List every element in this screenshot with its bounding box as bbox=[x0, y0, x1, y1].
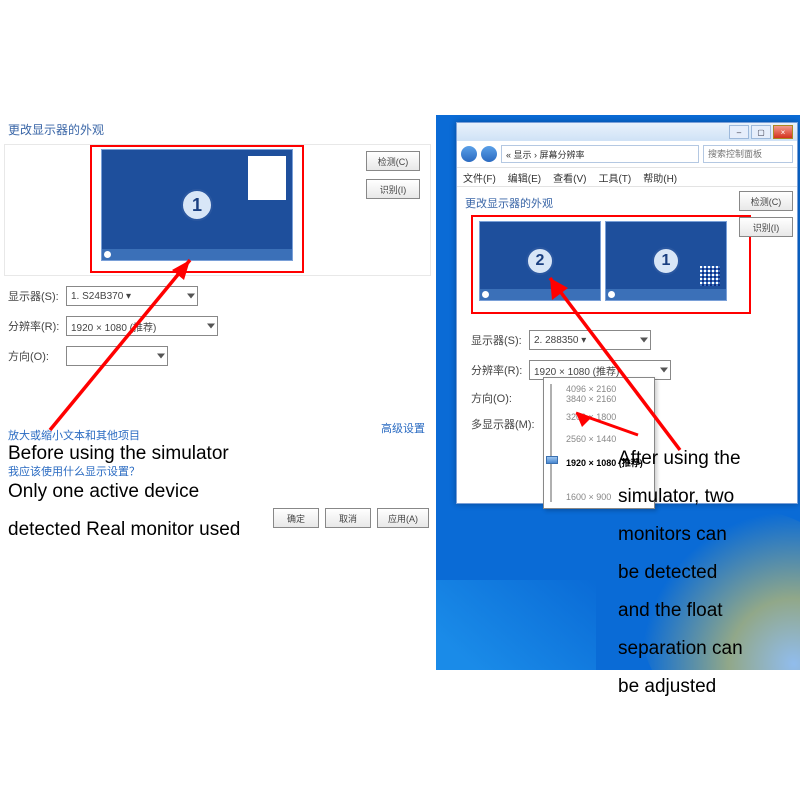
breadcrumb[interactable]: « 显示 › 屏幕分辨率 bbox=[501, 145, 699, 163]
resolution-label: 分辨率(R): bbox=[471, 362, 529, 378]
menu-tools[interactable]: 工具(T) bbox=[598, 170, 631, 185]
titlebar: – ▢ × bbox=[457, 123, 797, 141]
monitor-2[interactable]: 2 bbox=[479, 221, 601, 301]
display-field: 显示器(S): 2. 288350 ▾ bbox=[471, 330, 791, 350]
resolution-dropdown[interactable]: 1920 × 1080 (推荐) bbox=[66, 316, 218, 336]
resolution-label: 分辨率(R): bbox=[8, 318, 66, 334]
slider-thumb[interactable] bbox=[546, 456, 558, 464]
resolution-field: 分辨率(R): 1920 × 1080 (推荐) bbox=[8, 316, 435, 336]
grid-icon bbox=[700, 266, 720, 286]
monitor-number: 1 bbox=[652, 247, 680, 275]
window-icon bbox=[248, 156, 286, 200]
after-caption: After using the simulator, two monitors … bbox=[618, 440, 788, 706]
cancel-button[interactable]: 取消 bbox=[325, 508, 371, 528]
panel-title: 更改显示器的外观 bbox=[8, 121, 435, 138]
menu-edit[interactable]: 编辑(E) bbox=[508, 170, 541, 185]
monitor-preview-area: 2 1 bbox=[471, 215, 751, 314]
monitor-preview-area: 1 检测(C) 识别(I) bbox=[4, 144, 431, 276]
display-label: 显示器(S): bbox=[471, 332, 529, 348]
taskbar-icon bbox=[480, 289, 600, 300]
display-dropdown[interactable]: 1. S24B370 ▾ bbox=[66, 286, 198, 306]
highlight-box: 1 bbox=[90, 145, 304, 273]
slider-track bbox=[550, 384, 552, 502]
orientation-label: 方向(O): bbox=[8, 348, 66, 364]
search-input[interactable] bbox=[703, 145, 793, 163]
res-option[interactable]: 4096 × 2160 bbox=[566, 384, 616, 394]
chevron-down-icon bbox=[660, 368, 668, 373]
orientation-dropdown[interactable] bbox=[66, 346, 168, 366]
taskbar-icon bbox=[102, 249, 292, 260]
menu-help[interactable]: 帮助(H) bbox=[643, 170, 677, 185]
chevron-down-icon bbox=[640, 338, 648, 343]
detect-button[interactable]: 检测(C) bbox=[739, 191, 793, 211]
maximize-button[interactable]: ▢ bbox=[751, 125, 771, 139]
menu-view[interactable]: 查看(V) bbox=[553, 170, 586, 185]
apply-button[interactable]: 应用(A) bbox=[377, 508, 429, 528]
minimize-button[interactable]: – bbox=[729, 125, 749, 139]
menu-bar: 文件(F) 编辑(E) 查看(V) 工具(T) 帮助(H) bbox=[457, 168, 797, 187]
identify-button[interactable]: 识别(I) bbox=[739, 217, 793, 237]
before-panel: 更改显示器的外观 1 检测(C) 识别(I) 显示器(S): 1. S24B37… bbox=[0, 115, 435, 670]
taskbar-icon bbox=[606, 289, 726, 300]
detect-button[interactable]: 检测(C) bbox=[366, 151, 420, 171]
orientation-label: 方向(O): bbox=[471, 390, 529, 406]
advanced-settings-link[interactable]: 高级设置 bbox=[381, 420, 425, 436]
display-dropdown[interactable]: 2. 288350 ▾ bbox=[529, 330, 651, 350]
monitor-1[interactable]: 1 bbox=[605, 221, 727, 301]
res-option[interactable]: 3200 × 1800 bbox=[566, 412, 616, 422]
monitor-number: 1 bbox=[181, 189, 213, 221]
chevron-down-icon bbox=[187, 294, 195, 299]
res-option[interactable]: 1600 × 900 bbox=[566, 492, 611, 502]
close-button[interactable]: × bbox=[773, 125, 793, 139]
monitor-number: 2 bbox=[526, 247, 554, 275]
before-caption: Before using the simulator Only one acti… bbox=[8, 435, 240, 549]
multi-display-label: 多显示器(M): bbox=[471, 416, 543, 432]
res-option[interactable]: 3840 × 2160 bbox=[566, 394, 616, 404]
res-option[interactable]: 2560 × 1440 bbox=[566, 434, 616, 444]
display-field: 显示器(S): 1. S24B370 ▾ bbox=[8, 286, 435, 306]
back-button[interactable] bbox=[461, 146, 477, 162]
ok-button[interactable]: 确定 bbox=[273, 508, 319, 528]
chevron-down-icon bbox=[157, 354, 165, 359]
menu-file[interactable]: 文件(F) bbox=[463, 170, 496, 185]
identify-button[interactable]: 识别(I) bbox=[366, 179, 420, 199]
orientation-field: 方向(O): bbox=[8, 346, 435, 366]
forward-button[interactable] bbox=[481, 146, 497, 162]
address-bar: « 显示 › 屏幕分辨率 bbox=[457, 141, 797, 168]
display-label: 显示器(S): bbox=[8, 288, 66, 304]
chevron-down-icon bbox=[207, 324, 215, 329]
monitor-1[interactable]: 1 bbox=[101, 149, 293, 261]
